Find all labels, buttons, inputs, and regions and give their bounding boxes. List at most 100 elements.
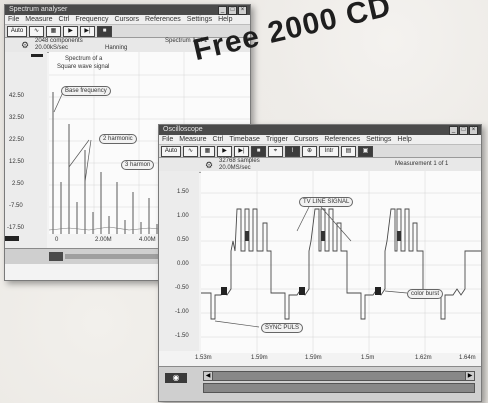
x-tick: 1.64m [459,355,476,361]
color-burst-mark [221,287,227,295]
scroll-track-lower[interactable] [203,383,475,393]
menu-timebase[interactable]: Timebase [229,135,259,144]
menu-settings[interactable]: Settings [187,15,212,24]
tv-line-waveform [201,208,481,320]
menu-frequency[interactable]: Frequency [75,15,108,24]
callout-base-frequency: Base frequency [61,86,111,96]
sync-pulse-label: SYNC PULS [261,323,304,333]
plot-title-line2: Square wave signal [57,64,110,70]
callout-leader [296,206,310,232]
scope-titlebar[interactable]: Oscilloscope _ □ × [159,125,481,135]
tv-line-signal-label: TV LINE SIGNAL [299,197,354,207]
spectrum-titlebar[interactable]: Spectrum analyser _ □ × [5,5,250,15]
eye-icon[interactable]: ◉ [165,373,187,383]
oscilloscope-window: Oscilloscope _ □ × File Measure Ctrl Tim… [158,124,482,402]
color-burst-mark [375,287,381,295]
minimize-icon[interactable]: _ [449,126,458,135]
zoom-icon[interactable]: ⊕ [302,145,317,157]
menu-ctrl[interactable]: Ctrl [213,135,224,144]
y-tick: 2.50 [12,181,24,187]
menu-ctrl[interactable]: Ctrl [59,15,70,24]
gear-icon[interactable]: ⚙ [205,160,213,171]
y-tick: 22.50 [9,137,25,143]
x-tick: 1.5m [361,355,375,361]
x-tick: 1.59m [251,355,268,361]
signal-peak [397,231,401,241]
waveform-icon[interactable]: ∿ [183,145,198,157]
menu-measure[interactable]: Measure [179,135,206,144]
minimize-icon[interactable]: _ [218,6,227,15]
info-window: Hanning [105,45,128,51]
burst-marks [221,287,381,295]
callout-2-harmonic: 2 harmonic [99,134,137,144]
info-measurement: Measurement 1 of 1 [395,161,449,167]
callout-3-harmonic: 3 harmon [121,160,155,170]
grid-icon[interactable]: ▦ [200,145,215,157]
menu-references[interactable]: References [145,15,181,24]
scope-scrollbar[interactable]: ◉ ◀ ▶ [159,366,481,401]
menu-help[interactable]: Help [397,135,411,144]
y-tick: 0.50 [177,237,189,243]
scope-menubar: File Measure Ctrl Timebase Trigger Curso… [159,135,481,145]
menu-cursors[interactable]: Cursors [294,135,319,144]
color-burst-label: color burst [407,289,444,299]
menu-file[interactable]: File [8,15,19,24]
print-icon[interactable]: ▣ [358,145,373,157]
menu-cursors[interactable]: Cursors [114,15,139,24]
record-icon[interactable]: ■ [251,145,266,157]
play-icon[interactable]: ▶ [217,145,232,157]
step-icon[interactable]: ▶| [80,25,95,37]
info-components: 2048 components [35,38,83,44]
x-tick: 4.00M [139,237,156,243]
gear-icon[interactable]: ⚙ [21,40,29,51]
menu-settings[interactable]: Settings [366,135,391,144]
scope-plot[interactable]: TV LINE SIGNAL SYNC PULS color burst [201,171,481,353]
spectrum-menubar: File Measure Ctrl Frequency Cursors Refe… [5,15,250,25]
y-axis-marker [31,54,43,57]
close-icon[interactable]: × [469,126,478,135]
spectrum-yaxis: 42.50 32.50 22.50 12.50 2.50 -7.50 -17.5… [5,52,47,260]
menu-measure[interactable]: Measure [25,15,52,24]
scope-title: Oscilloscope [163,126,203,133]
maximize-icon[interactable]: □ [228,6,237,15]
close-icon[interactable]: × [238,6,247,15]
trigger-icon[interactable]: ⌇ [285,145,300,157]
menu-trigger[interactable]: Trigger [266,135,288,144]
spectrum-title: Spectrum analyser [9,6,68,13]
y-tick: -1.50 [175,333,189,339]
menu-references[interactable]: References [324,135,360,144]
y-tick: -0.50 [175,285,189,291]
y-tick: 1.50 [177,189,189,195]
scroll-thumb[interactable] [49,252,63,261]
auto-button[interactable]: Auto [7,25,27,37]
record-icon[interactable]: ■ [97,25,112,37]
intr-button[interactable]: Intr [319,145,339,157]
x-tick: 1.53m [195,355,212,361]
y-tick: 0.00 [177,261,189,267]
menu-file[interactable]: File [162,135,173,144]
waveform-icon[interactable]: ∿ [29,25,44,37]
cursor-icon[interactable]: ⌖ [268,145,283,157]
y-tick: -1.00 [175,309,189,315]
maximize-icon[interactable]: □ [459,126,468,135]
info-samplerate: 20.00kS/sec [35,45,69,51]
scroll-left-button[interactable]: ◀ [203,371,213,381]
scroll-track[interactable] [203,371,475,381]
menu-help[interactable]: Help [218,15,232,24]
x-tick: 1.62m [415,355,432,361]
grid-icon[interactable]: ▦ [46,25,61,37]
play-icon[interactable]: ▶ [63,25,78,37]
y-tick: 42.50 [9,93,25,99]
auto-button[interactable]: Auto [161,145,181,157]
save-icon[interactable]: ▤ [341,145,356,157]
scroll-right-button[interactable]: ▶ [465,371,475,381]
signal-peak [245,231,249,241]
callout-leader [84,139,92,183]
color-burst-mark [299,287,305,295]
step-icon[interactable]: ▶| [234,145,249,157]
scope-xaxis: 1.53m 1.59m 1.59m 1.5m 1.62m 1.64m [195,353,481,365]
y-tick: -17.50 [7,225,25,231]
scope-callout-leaders [214,206,408,328]
callout-leader [384,290,408,294]
plot-title-line1: Spectrum of a [65,56,103,62]
